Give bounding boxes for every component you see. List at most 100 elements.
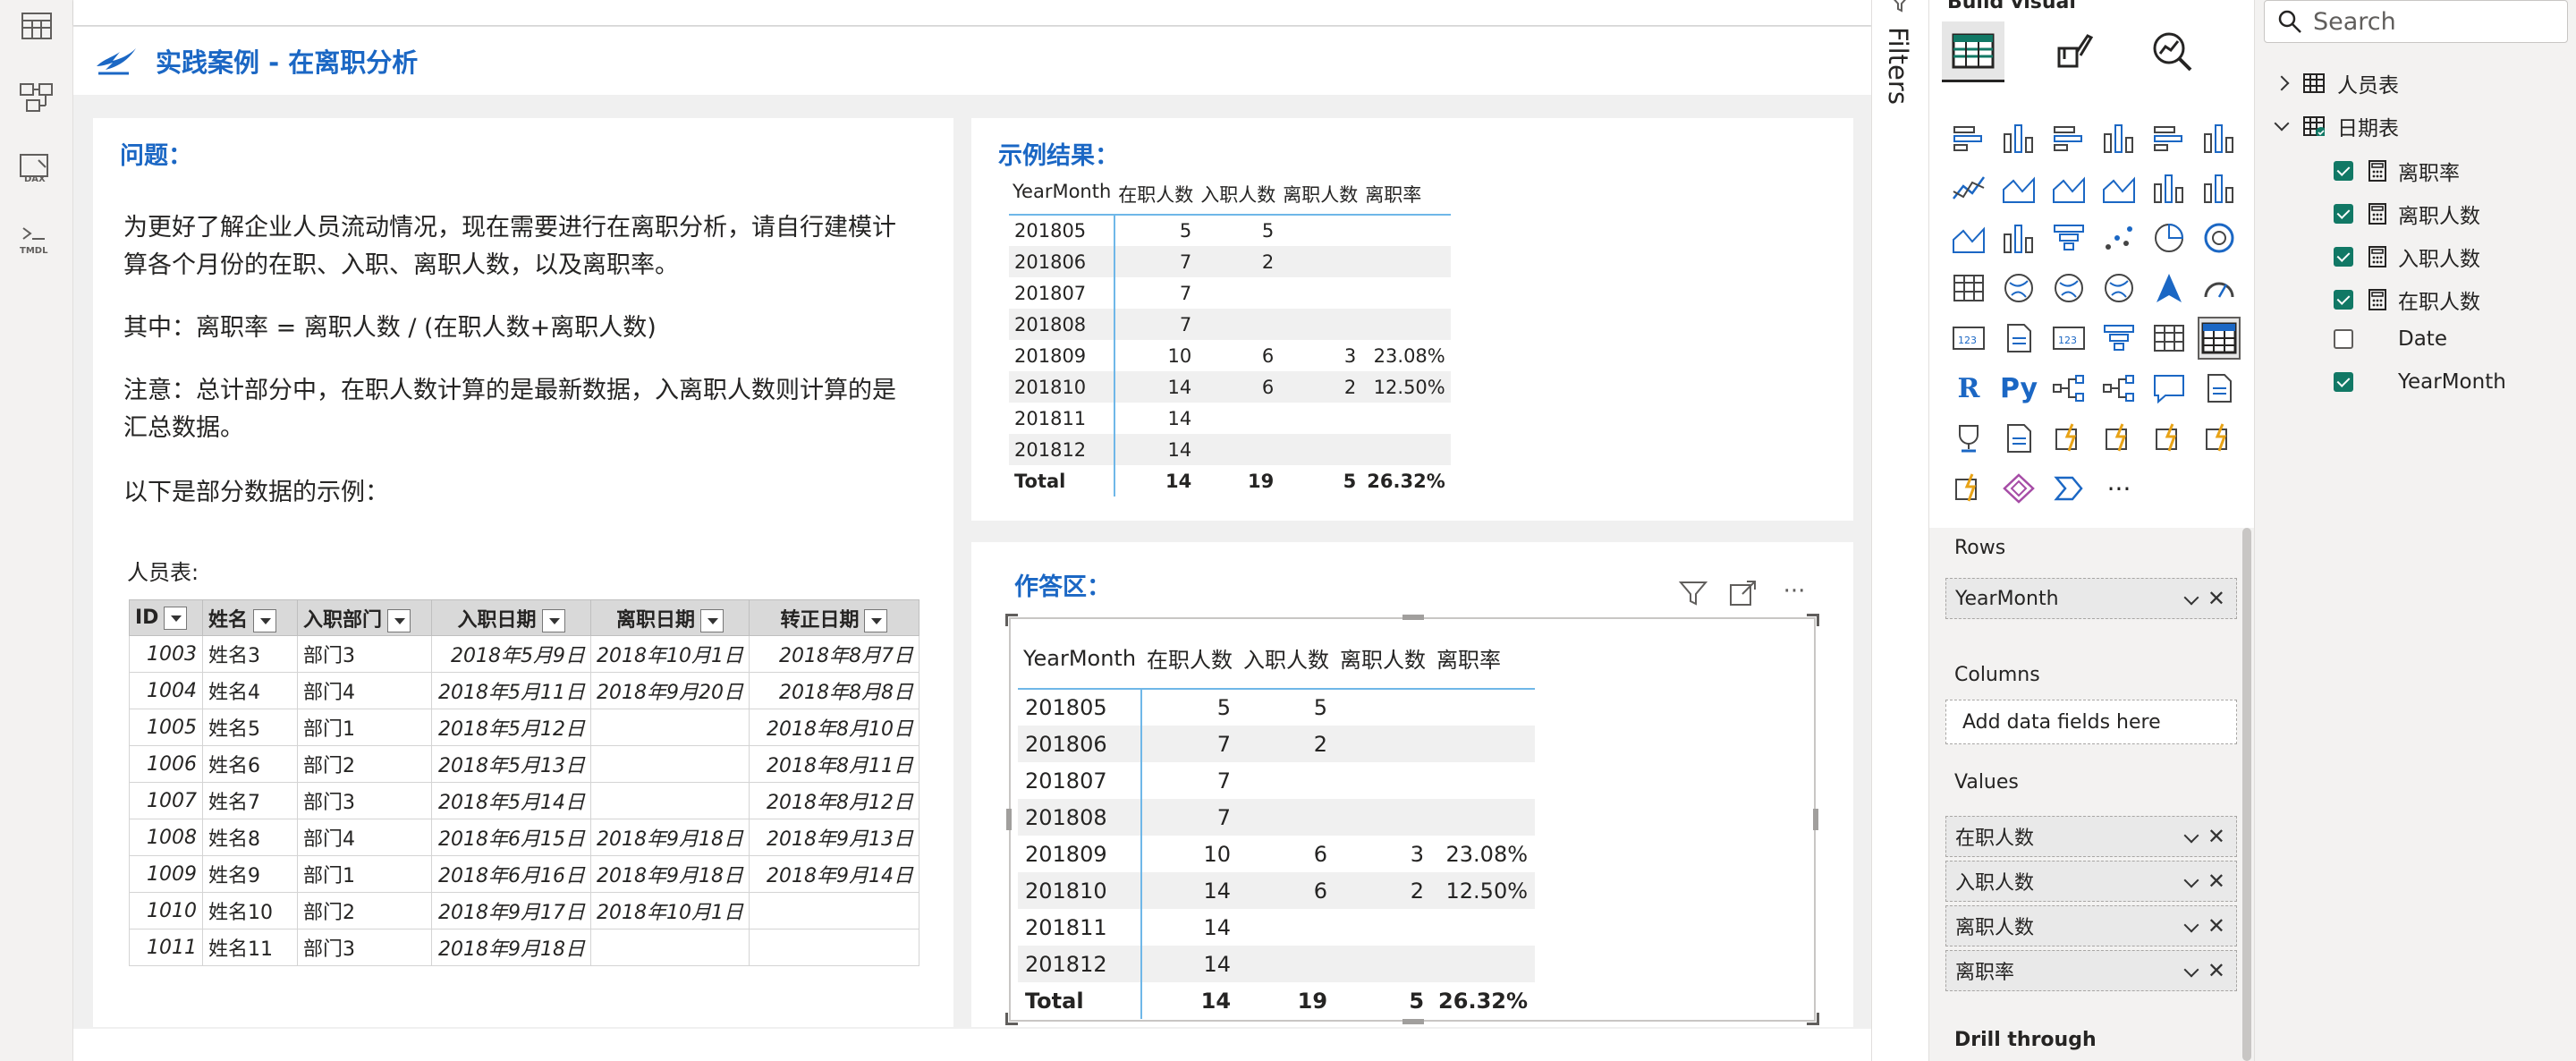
card-new-icon[interactable] (2148, 417, 2190, 460)
chevron-down-icon[interactable] (2183, 872, 2199, 888)
line-clustered-icon[interactable] (2198, 166, 2241, 209)
power-apps-2-icon[interactable] (1997, 467, 2040, 510)
power-apps-icon[interactable] (2047, 417, 2090, 460)
filters-label[interactable]: Filters (1883, 27, 1913, 105)
answer-matrix-visual[interactable]: YearMonth 在职人数 入职人数 离职人数 离职率 201805 5 5 201806 7… (1005, 614, 1819, 1025)
line-column-icon[interactable] (2148, 166, 2190, 209)
columns-drop-zone[interactable]: Add data fields here (1945, 700, 2237, 744)
more-visuals-icon[interactable] (2047, 467, 2090, 510)
remove-field-icon[interactable]: ✕ (2207, 913, 2225, 938)
resize-handle-bottom-left[interactable] (1005, 1013, 1018, 1025)
data-field-item[interactable]: 离职人数 (2334, 199, 2480, 229)
field-chip[interactable]: 入职人数 ✕ (1945, 861, 2237, 902)
resize-handle-right[interactable] (1813, 809, 1818, 830)
chevron-down-icon[interactable] (2274, 115, 2290, 132)
field-chip[interactable]: 在职人数 ✕ (1945, 816, 2237, 857)
field-checkbox[interactable] (2334, 329, 2353, 349)
filter-dropdown-icon[interactable] (700, 608, 724, 632)
treemap-icon[interactable] (1947, 267, 1990, 310)
filter-dropdown-icon[interactable] (387, 608, 411, 632)
more-options-icon[interactable]: ··· (1776, 578, 1812, 608)
undefined[interactable]: ··· (2097, 467, 2140, 510)
data-field-item[interactable]: 离职率 (2334, 156, 2460, 186)
field-checkbox[interactable] (2334, 290, 2353, 310)
table-view-icon[interactable] (18, 7, 55, 45)
field-chip[interactable]: 离职率 ✕ (1945, 950, 2237, 991)
clustered-bar-icon[interactable] (2047, 116, 2090, 159)
format-visual-tab[interactable] (2042, 21, 2105, 82)
filter-dropdown-icon[interactable] (253, 608, 277, 632)
resize-handle-bottom[interactable] (1402, 1019, 1424, 1024)
multi-row-card-icon[interactable] (1997, 317, 2040, 360)
100-bar-icon[interactable] (2148, 116, 2190, 159)
resize-handle-top-right[interactable] (1807, 614, 1819, 626)
model-view-icon[interactable] (18, 79, 55, 116)
remove-field-icon[interactable]: ✕ (2207, 586, 2225, 611)
stacked-bar-icon[interactable] (1947, 116, 1990, 159)
paginated-report-icon[interactable] (1997, 417, 2040, 460)
line-chart-icon[interactable] (1947, 166, 1990, 209)
field-checkbox[interactable] (2334, 247, 2353, 267)
filter-dropdown-icon[interactable] (164, 606, 188, 630)
decomposition-tree-icon[interactable] (2097, 367, 2140, 410)
chevron-down-icon[interactable] (2183, 962, 2199, 978)
field-chip[interactable]: 离职人数 ✕ (1945, 905, 2237, 946)
key-influencers-icon[interactable] (2047, 367, 2090, 410)
data-table-item[interactable]: 人员表 (2274, 68, 2399, 98)
field-checkbox[interactable] (2334, 161, 2353, 181)
donut-icon[interactable] (2198, 216, 2241, 259)
area-chart-icon[interactable] (1997, 166, 2040, 209)
remove-field-icon[interactable]: ✕ (2207, 958, 2225, 983)
resize-handle-bottom-right[interactable] (1807, 1013, 1819, 1025)
pie-icon[interactable] (2148, 216, 2190, 259)
custom-visual-icon[interactable] (1947, 467, 1990, 510)
resize-handle-top-left[interactable] (1005, 614, 1018, 626)
field-checkbox[interactable] (2334, 372, 2353, 392)
chevron-down-icon[interactable] (2183, 917, 2199, 933)
resize-handle-left[interactable] (1006, 809, 1012, 830)
dax-query-view-icon[interactable]: DAX (18, 150, 55, 188)
goals-icon[interactable] (1947, 417, 1990, 460)
scatter-icon[interactable] (2097, 216, 2140, 259)
data-table-item[interactable]: 日期表 (2274, 111, 2399, 141)
tmdl-view-icon[interactable]: TMDL (18, 222, 55, 259)
field-chip[interactable]: YearMonth ✕ (1945, 578, 2237, 619)
matrix-icon[interactable] (2198, 317, 2241, 360)
filled-map-icon[interactable] (2047, 267, 2090, 310)
stacked-area-icon[interactable] (2047, 166, 2090, 209)
table-icon[interactable] (2148, 317, 2190, 360)
chevron-down-icon[interactable] (2183, 828, 2199, 844)
ribbon-area-icon[interactable] (2097, 166, 2140, 209)
waterfall-icon[interactable] (1997, 216, 2040, 259)
slicer-icon[interactable] (2097, 317, 2140, 360)
visualizations-scrollbar[interactable] (2242, 528, 2251, 1061)
field-checkbox[interactable] (2334, 204, 2353, 224)
map-icon[interactable] (1997, 267, 2040, 310)
gauge-icon[interactable] (2198, 267, 2241, 310)
filters-pane-collapsed[interactable]: Filters (1871, 0, 1928, 1061)
resize-handle-top[interactable] (1402, 615, 1424, 620)
data-field-item[interactable]: 在职人数 (2334, 284, 2480, 315)
ribbon-chart-icon[interactable] (1947, 216, 1990, 259)
funnel-icon[interactable] (2047, 216, 2090, 259)
data-field-item[interactable]: 入职人数 (2334, 242, 2480, 272)
remove-field-icon[interactable]: ✕ (2207, 869, 2225, 894)
power-automate-icon[interactable] (2097, 417, 2140, 460)
azure-map-icon[interactable] (2148, 267, 2190, 310)
analytics-tab[interactable] (2140, 21, 2203, 82)
stacked-column-icon[interactable] (1997, 116, 2040, 159)
build-visual-tab[interactable] (1942, 21, 2004, 82)
remove-field-icon[interactable]: ✕ (2207, 824, 2225, 849)
filter-dropdown-icon[interactable] (864, 608, 888, 632)
filter-dropdown-icon[interactable] (541, 608, 565, 632)
qa-icon[interactable] (2148, 367, 2190, 410)
clustered-column-icon[interactable] (2097, 116, 2140, 159)
slicer-new-icon[interactable] (2198, 417, 2241, 460)
smart-narrative-icon[interactable] (2198, 367, 2241, 410)
visual-filter-icon[interactable] (1678, 578, 1708, 608)
card-icon[interactable]: 123 (1947, 317, 1990, 360)
chevron-down-icon[interactable] (2183, 590, 2199, 606)
data-field-item[interactable]: Date (2334, 327, 2447, 351)
data-search-input[interactable]: Search (2264, 0, 2568, 43)
python-visual-icon[interactable]: Py (1997, 367, 2040, 410)
